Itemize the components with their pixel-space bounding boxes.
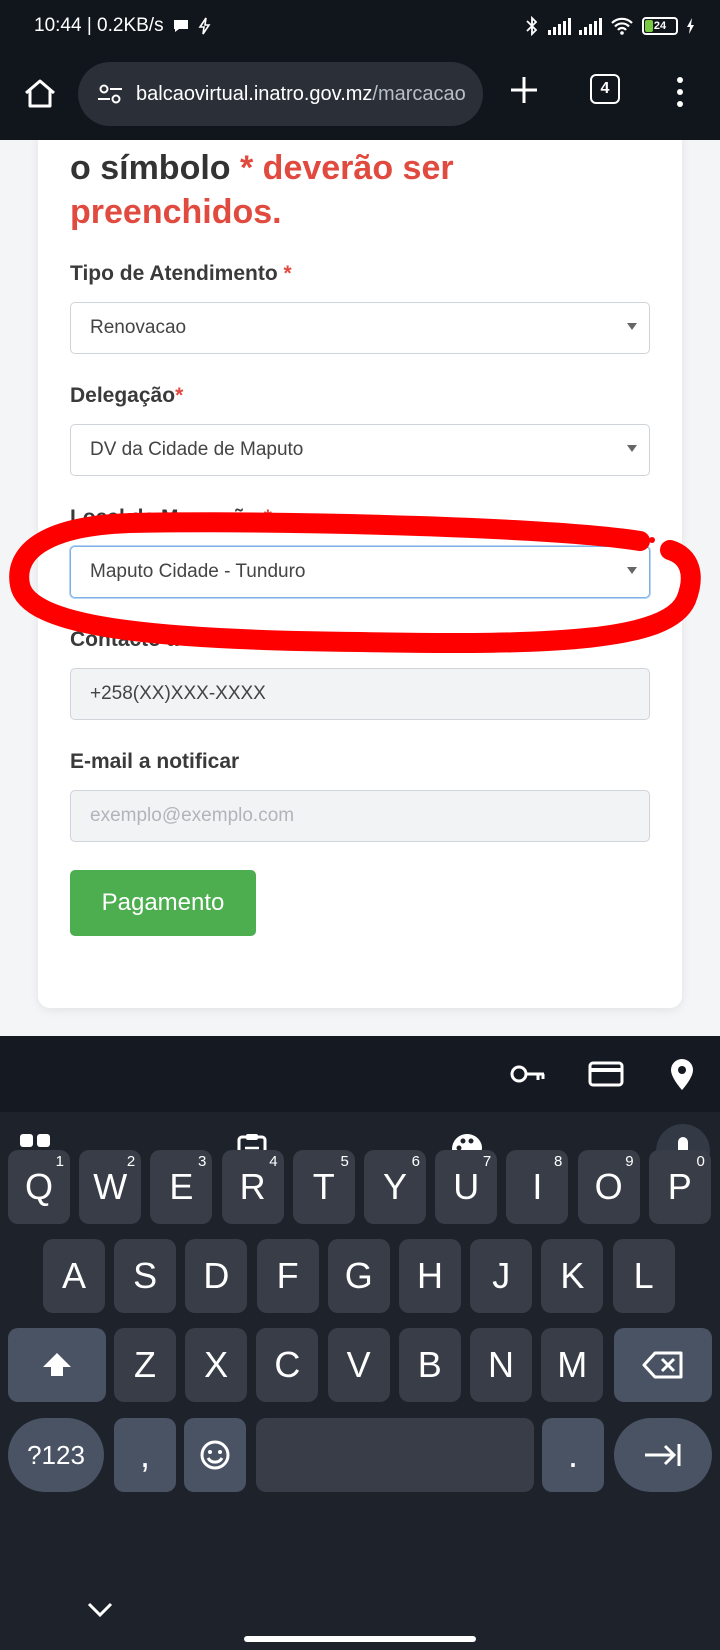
status-bar: 10:44 | 0.2KB/s 24 [0,0,720,56]
contacto-value: +258(XX)XXX-XXXX [90,683,266,704]
home-indicator[interactable] [244,1636,476,1642]
keyboard-autofill-bar [0,1036,720,1112]
symbols-key[interactable]: ?123 [8,1418,104,1492]
chevron-down-icon [627,445,637,452]
key-w[interactable]: W2 [79,1150,142,1224]
key-icon[interactable] [508,1056,548,1092]
key-z[interactable]: Z [114,1328,176,1402]
chevron-down-icon [627,323,637,330]
label-contacto: Contacto a notificar * [70,628,282,651]
key-b[interactable]: B [398,1328,461,1402]
tab-switcher-button[interactable]: 4 [590,74,620,104]
key-x[interactable]: X [185,1328,248,1402]
chat-icon [173,20,188,32]
on-screen-keyboard: Q 1 W 2 E 3 R 4 T 5 Y 6 U 7 I 8 O 9 P 0 A S D F G H J K L Z X C V B N M ?123… [0,1036,720,1650]
key-n[interactable]: N [470,1328,532,1402]
key-h[interactable]: H [399,1239,461,1313]
home-icon[interactable] [20,74,60,114]
shift-key[interactable] [8,1328,106,1402]
space-key[interactable] [256,1418,534,1492]
signal-icon [548,17,571,35]
email-input[interactable] [90,805,649,827]
key-c[interactable]: C [256,1328,319,1402]
notice-text: o símbolo [70,149,240,187]
signal-icon-2 [579,17,602,35]
key-i[interactable]: I8 [506,1150,569,1224]
key-k[interactable]: K [541,1239,604,1313]
select-value: Maputo Cidade - Tunduro [90,561,306,582]
key-g[interactable]: G [327,1239,390,1313]
bluetooth-icon [526,16,538,36]
key-o[interactable]: O9 [577,1150,640,1224]
location-pin-icon[interactable] [662,1056,702,1092]
new-tab-icon[interactable] [506,72,542,108]
address-bar[interactable]: balcaovirtual.inatro.gov.mz/marcacao [78,62,483,126]
shift-icon [43,1353,71,1376]
select-local-marcacao[interactable]: Maputo Cidade - Tunduro [70,546,650,598]
select-tipo-atendimento[interactable]: Renovacao [70,302,650,354]
wifi-icon [611,17,633,35]
select-value: Renovacao [90,317,187,338]
select-delegacao[interactable]: DV da Cidade de Maputo [70,424,650,476]
key-l[interactable]: L [612,1239,675,1313]
key-v[interactable]: V [327,1328,390,1402]
hide-keyboard-icon[interactable] [86,1601,114,1619]
tab-arrow-icon [645,1444,681,1466]
key-q[interactable]: Q1 [8,1150,70,1224]
key-s[interactable]: S [114,1239,177,1313]
key-y[interactable]: Y6 [364,1150,426,1224]
emoji-icon [200,1440,230,1470]
key-p[interactable]: P0 [648,1150,711,1224]
charging-icon [687,18,694,34]
status-time-speed: 10:44 | 0.2KB/s [34,15,164,36]
key-r[interactable]: R4 [221,1150,284,1224]
key-f[interactable]: F [256,1239,319,1313]
key-u[interactable]: U7 [435,1150,498,1224]
period-key[interactable]: . [542,1418,604,1492]
battery-level: 24 [653,20,667,32]
url-host: balcaovirtual.inatro.gov.mz [136,82,373,105]
label-email: E-mail a notificar [70,750,240,773]
key-m[interactable]: M [541,1328,604,1402]
email-field[interactable] [70,790,650,842]
web-page: o símbolo * deverão ser preenchidos. Tip… [0,140,720,1036]
key-d[interactable]: D [185,1239,248,1313]
contacto-input[interactable]: +258(XX)XXX-XXXX [70,668,650,720]
form-card: o símbolo * deverão ser preenchidos. Tip… [38,140,682,1008]
label-local-marcacao: Local da Marcação * [70,506,272,529]
backspace-key[interactable] [614,1328,712,1402]
status-right: 24 [524,16,696,36]
chevron-down-icon [627,567,637,574]
url-path: /marcacao [372,82,466,105]
pagamento-button[interactable]: Pagamento [70,870,256,936]
key-a[interactable]: A [43,1239,105,1313]
key-e[interactable]: E3 [150,1150,213,1224]
flash-icon [198,17,211,35]
status-left: 10:44 | 0.2KB/s [34,15,212,37]
battery-icon: 24 [642,17,678,35]
required-notice: o símbolo * deverão ser preenchidos. [70,146,630,234]
more-menu-icon[interactable] [670,74,690,110]
site-settings-icon[interactable] [96,80,124,108]
label-tipo-atendimento: Tipo de Atendimento * [70,262,292,285]
comma-key[interactable]: , [114,1418,176,1492]
credit-card-icon[interactable] [586,1056,626,1092]
select-value: DV da Cidade de Maputo [90,439,304,460]
backspace-icon [642,1351,683,1379]
key-t[interactable]: T5 [292,1150,355,1224]
key-j[interactable]: J [470,1239,533,1313]
tab-next-key[interactable] [614,1418,712,1492]
browser-toolbar: balcaovirtual.inatro.gov.mz/marcacao 4 [0,56,720,140]
emoji-key[interactable] [184,1418,246,1492]
label-delegacao: Delegação* [70,384,184,407]
